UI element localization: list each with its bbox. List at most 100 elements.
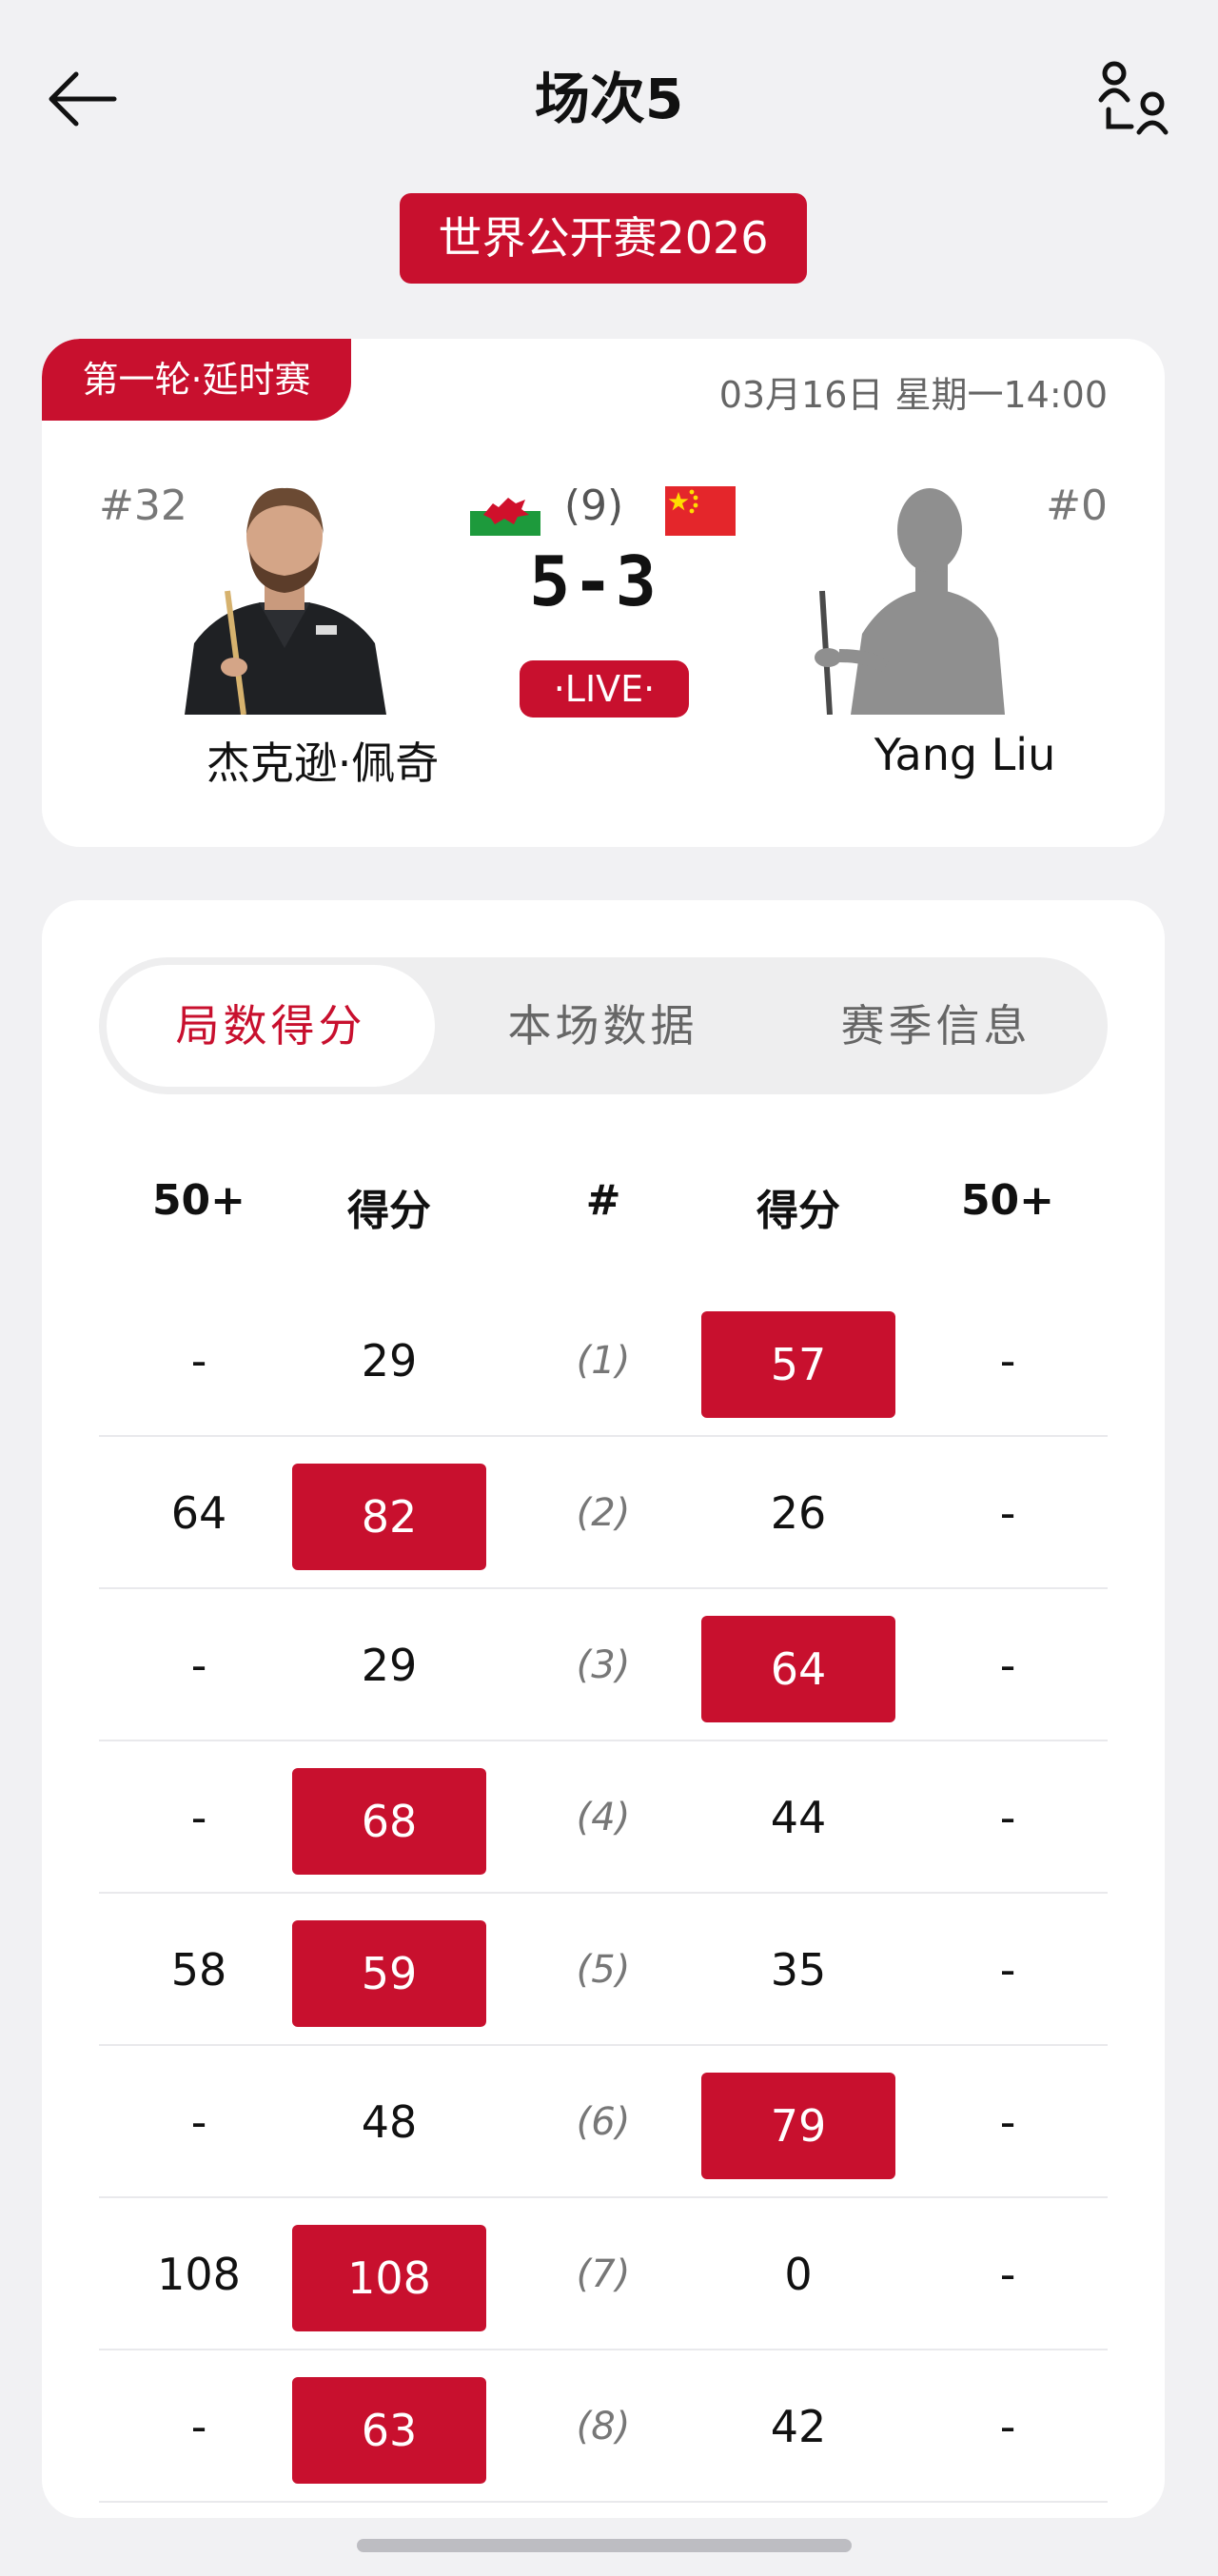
cell-right-score: 0 xyxy=(698,2198,898,2350)
cell-frame-number: (6) xyxy=(503,2046,703,2198)
right-score-value: 0 xyxy=(784,2249,813,2300)
left-score-value: 29 xyxy=(361,1335,418,1386)
right-break-value: - xyxy=(999,1335,1016,1386)
left-score-value: 68 xyxy=(292,1767,486,1875)
right-break-value: - xyxy=(999,2401,1016,2452)
left-break-value: 64 xyxy=(170,1487,227,1539)
right-score-value: 64 xyxy=(701,1615,895,1722)
cell-left-break: - xyxy=(99,1589,299,1741)
home-indicator[interactable] xyxy=(357,2539,852,2552)
tab-match-stats[interactable]: 本场数据 xyxy=(439,965,767,1087)
cell-right-break: - xyxy=(908,1285,1108,1437)
cell-left-score: 68 xyxy=(289,1741,489,1894)
table-row: 58 59 (5) 35 - xyxy=(99,1894,1108,2046)
cell-left-score: 59 xyxy=(289,1894,489,2046)
cell-right-break: - xyxy=(908,1741,1108,1894)
round-tag: 第一轮·延时赛 xyxy=(42,339,351,421)
right-score-value: 26 xyxy=(770,1487,827,1539)
left-score-value: 82 xyxy=(292,1463,486,1570)
right-score-value: 79 xyxy=(701,2072,895,2179)
match-card: 第一轮·延时赛 03月16日 星期一14:00 #32 #0 (9) 5-3 · xyxy=(42,339,1165,847)
cell-left-score: 63 xyxy=(289,2350,489,2503)
cell-right-score: 26 xyxy=(698,1437,898,1589)
player-left-photo[interactable] xyxy=(175,477,394,715)
player-right-silhouette[interactable] xyxy=(803,477,1022,715)
cell-right-score: 57 xyxy=(698,1285,898,1437)
cell-left-score: 29 xyxy=(289,1285,489,1437)
right-break-value: - xyxy=(999,1944,1016,1996)
cell-right-score: 79 xyxy=(698,2046,898,2198)
left-score-value: 59 xyxy=(292,1919,486,2027)
right-break-value: - xyxy=(999,1640,1016,1691)
cell-left-score: 48 xyxy=(289,2046,489,2198)
cell-right-score: 42 xyxy=(698,2350,898,2503)
cell-left-break: 64 xyxy=(99,1437,299,1589)
players-compare-button[interactable] xyxy=(1092,55,1180,143)
left-score-value: 48 xyxy=(361,2096,418,2148)
cell-frame-number: (4) xyxy=(503,1741,703,1894)
cell-left-break: - xyxy=(99,1741,299,1894)
frame-number-value: (1) xyxy=(576,1339,631,1383)
cell-left-break: 58 xyxy=(99,1894,299,2046)
left-score-value: 29 xyxy=(361,1640,418,1691)
tab-bar: 局数得分 本场数据 赛季信息 xyxy=(99,957,1108,1094)
right-score-value: 57 xyxy=(701,1310,895,1418)
cell-frame-number: (7) xyxy=(503,2198,703,2350)
left-break-value: - xyxy=(190,2096,207,2148)
cell-left-score: 82 xyxy=(289,1437,489,1589)
frame-number-value: (4) xyxy=(576,1796,631,1839)
tournament-badge[interactable]: 世界公开赛2026 xyxy=(400,193,807,284)
cell-right-score: 64 xyxy=(698,1589,898,1741)
right-score-value: 35 xyxy=(770,1944,827,1996)
cell-right-break: - xyxy=(908,2046,1108,2198)
left-break-value: - xyxy=(190,2401,207,2452)
right-break-value: - xyxy=(999,2096,1016,2148)
header-frame-number: # xyxy=(585,1176,621,1225)
left-break-value: 58 xyxy=(170,1944,227,1996)
frame-number-value: (7) xyxy=(576,2252,631,2296)
right-break-value: - xyxy=(999,2249,1016,2300)
cell-frame-number: (1) xyxy=(503,1285,703,1437)
right-break-value: - xyxy=(999,1792,1016,1843)
table-row: 108 108 (7) 0 - xyxy=(99,2198,1108,2350)
frame-number-value: (2) xyxy=(576,1491,631,1535)
cell-left-break: - xyxy=(99,2046,299,2198)
left-break-value: - xyxy=(190,1335,207,1386)
table-row: - 29 (1) 57 - xyxy=(99,1285,1108,1437)
tab-frame-scores[interactable]: 局数得分 xyxy=(107,965,435,1087)
players-compare-icon xyxy=(1098,61,1169,135)
cell-right-break: - xyxy=(908,1589,1108,1741)
live-badge[interactable]: ·LIVE· xyxy=(520,660,689,718)
cell-right-break: - xyxy=(908,2198,1108,2350)
cell-frame-number: (2) xyxy=(503,1437,703,1589)
frame-number-value: (3) xyxy=(576,1643,631,1687)
player-right-name[interactable]: Yang Liu xyxy=(775,729,1155,780)
header-right-score: 得分 xyxy=(756,1187,840,1235)
table-row: - 68 (4) 44 - xyxy=(99,1741,1108,1894)
cell-right-score: 44 xyxy=(698,1741,898,1894)
cell-right-break: - xyxy=(908,1437,1108,1589)
player-left-rank: #32 xyxy=(99,482,187,530)
right-score-value: 42 xyxy=(770,2401,827,2452)
cell-frame-number: (5) xyxy=(503,1894,703,2046)
cell-left-break: - xyxy=(99,2350,299,2503)
right-break-value: - xyxy=(999,1487,1016,1539)
china-flag-icon xyxy=(665,486,736,536)
left-break-value: 108 xyxy=(157,2249,241,2300)
cell-left-break: 108 xyxy=(99,2198,299,2350)
left-break-value: - xyxy=(190,1640,207,1691)
wales-flag-icon xyxy=(470,486,540,536)
header-left-break: 50+ xyxy=(151,1176,246,1225)
cell-left-break: - xyxy=(99,1285,299,1437)
right-score-value: 44 xyxy=(770,1792,827,1843)
frame-number-value: (6) xyxy=(576,2100,631,2144)
frame-number-value: (8) xyxy=(576,2405,631,2448)
cell-right-break: - xyxy=(908,1894,1108,2046)
cell-right-score: 35 xyxy=(698,1894,898,2046)
header-right-break: 50+ xyxy=(960,1176,1055,1225)
page-title: 场次5 xyxy=(534,67,684,131)
player-left-name[interactable]: 杰克逊·佩奇 xyxy=(132,729,513,792)
cell-frame-number: (8) xyxy=(503,2350,703,2503)
table-row: - 29 (3) 64 - xyxy=(99,1589,1108,1741)
tab-season-info[interactable]: 赛季信息 xyxy=(772,965,1100,1087)
